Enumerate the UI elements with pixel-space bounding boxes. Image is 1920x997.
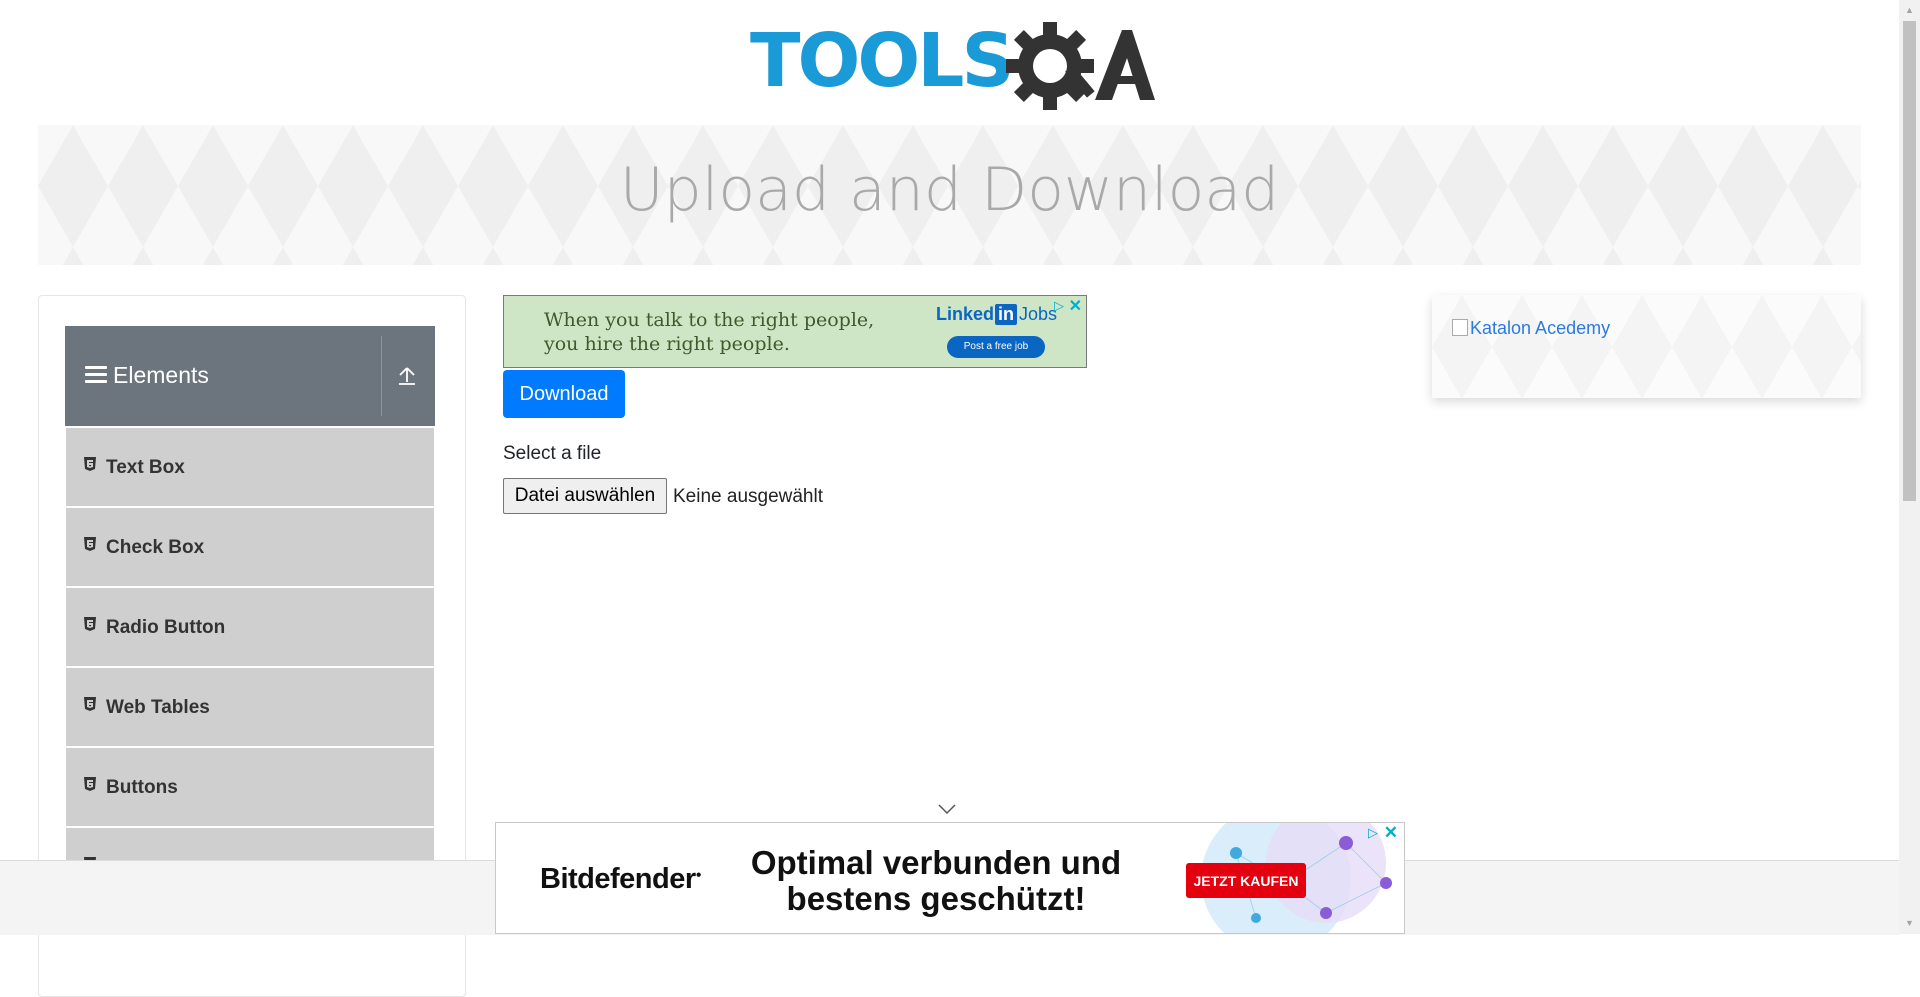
- file-status-text: Keine ausgewählt: [673, 486, 823, 507]
- svg-text:TOOLS: TOOLS: [750, 18, 1012, 104]
- vertical-scrollbar[interactable]: ▲ ▼: [1899, 0, 1920, 934]
- html5-icon: [84, 777, 96, 791]
- sidebar-item-text-box[interactable]: Text Box: [66, 426, 434, 506]
- linkedin-wordmark: Linked: [936, 304, 995, 324]
- buy-now-button[interactable]: JETZT KAUFEN: [1186, 863, 1306, 898]
- katalon-alt-text: Katalon Acedemy: [1470, 318, 1611, 338]
- html5-icon: [84, 457, 96, 471]
- sidebar-item-radio-button[interactable]: Radio Button: [66, 586, 434, 666]
- download-button[interactable]: Download: [503, 370, 625, 418]
- sidebar-item-label: Buttons: [106, 777, 178, 798]
- linkedin-ad[interactable]: When you talk to the right people, you h…: [503, 295, 1087, 368]
- linkedin-jobs-logo: Linked in Jobs: [936, 304, 1057, 325]
- adchoices-icon[interactable]: ▷: [1368, 825, 1378, 841]
- linkedin-in-badge: in: [995, 304, 1018, 325]
- page-title: Upload and Download: [619, 155, 1280, 225]
- scroll-up-arrow-icon[interactable]: ▲: [1899, 0, 1920, 21]
- select-file-label: Select a file: [503, 443, 602, 464]
- linkedin-jobs-text: Jobs: [1019, 304, 1058, 324]
- ad-headline-line1: Optimal verbunden und: [750, 844, 1122, 881]
- ad-message-line1: When you talk to the right people,: [544, 309, 875, 331]
- elements-group-title: Elements: [113, 362, 209, 388]
- collapse-arrow-up-icon[interactable]: [395, 364, 419, 388]
- ad-headline: Optimal verbunden und bestens geschützt!: [736, 845, 1136, 917]
- sidebar-item-buttons[interactable]: Buttons: [66, 746, 434, 826]
- toolsqa-logo[interactable]: TOOLS: [750, 16, 1155, 116]
- scroll-down-arrow-icon[interactable]: ▼: [1899, 913, 1920, 934]
- ad-message: When you talk to the right people, you h…: [544, 308, 874, 356]
- html5-icon: [84, 617, 96, 631]
- choose-file-button[interactable]: Datei auswählen: [503, 478, 667, 514]
- sidebar-item-label: Web Tables: [106, 697, 210, 718]
- post-free-job-button[interactable]: Post a free job: [947, 336, 1045, 358]
- bitdefender-logo: Bitdefender●: [540, 863, 702, 896]
- toolsqa-logo-graphic: TOOLS: [750, 18, 1155, 110]
- bitdefender-brand-text: Bitdefender: [540, 863, 696, 895]
- ad-close-icon[interactable]: ✕: [1069, 296, 1082, 316]
- html5-icon: [84, 537, 96, 551]
- elements-menu-list: Text Box Check Box Radio Button Web Tabl…: [66, 426, 434, 906]
- scrollbar-thumb[interactable]: [1903, 21, 1916, 501]
- sidebar-item-label: Check Box: [106, 537, 205, 558]
- header-divider: [381, 336, 382, 416]
- ad-close-icon[interactable]: ✕: [1384, 823, 1398, 843]
- chevron-down-icon[interactable]: [937, 803, 957, 815]
- page-banner: Upload and Download: [38, 125, 1861, 265]
- hamburger-icon: [85, 366, 107, 384]
- ad-message-line2: you hire the right people.: [544, 333, 790, 355]
- sidebar-item-web-tables[interactable]: Web Tables: [66, 666, 434, 746]
- bitdefender-ad[interactable]: Bitdefender● Optimal verbunden und beste…: [495, 822, 1405, 934]
- elements-group-header[interactable]: Elements: [65, 326, 435, 426]
- registered-mark: ●: [695, 869, 702, 881]
- ad-headline-line2: bestens geschützt!: [786, 880, 1086, 917]
- sidebar-item-label: Radio Button: [106, 617, 226, 638]
- html5-icon: [84, 697, 96, 711]
- katalon-broken-image[interactable]: Katalon Acedemy: [1452, 318, 1610, 339]
- broken-image-icon: [1452, 319, 1468, 336]
- sidebar-item-check-box[interactable]: Check Box: [66, 506, 434, 586]
- adchoices-icon[interactable]: ▷: [1054, 298, 1064, 314]
- sidebar-item-label: Text Box: [106, 457, 185, 478]
- katalon-ad[interactable]: Katalon Acedemy: [1432, 295, 1861, 398]
